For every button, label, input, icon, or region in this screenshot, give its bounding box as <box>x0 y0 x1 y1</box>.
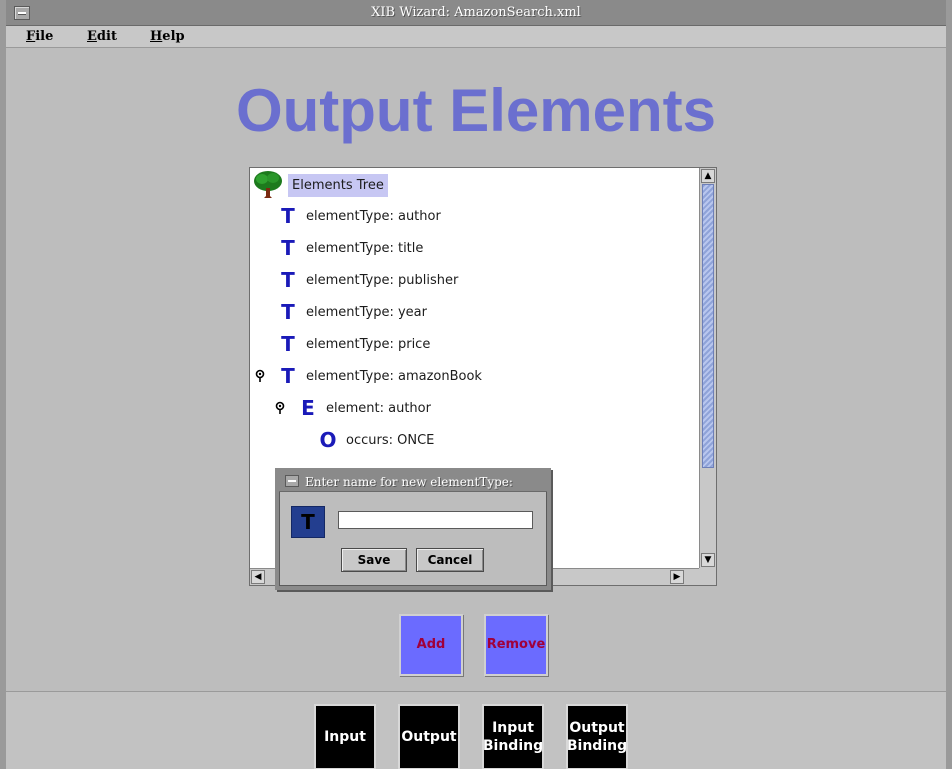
expand-handle-icon[interactable] <box>254 369 266 383</box>
new-element-type-dialog[interactable]: Enter name for new elementType: T Save C… <box>275 468 551 590</box>
navigation-bar: Input Output Input Binding Output Bindin… <box>6 691 946 769</box>
element-type-icon: T <box>281 332 295 356</box>
vertical-scrollbar[interactable]: ▲ ▼ <box>699 168 716 568</box>
output-binding-nav-button[interactable]: Output Binding <box>566 704 628 769</box>
tree-icon <box>254 171 282 198</box>
input-nav-button[interactable]: Input <box>314 704 376 769</box>
tree-item-author[interactable]: T elementType: author <box>278 204 441 228</box>
occurs-icon: O <box>319 428 337 452</box>
tree-item-label: elementType: amazonBook <box>306 368 482 384</box>
page-title: Output Elements <box>235 77 717 144</box>
dialog-menu-icon[interactable] <box>285 475 299 487</box>
save-button[interactable]: Save <box>341 548 407 572</box>
add-button[interactable]: Add <box>399 614 463 676</box>
element-type-icon: T <box>291 506 325 538</box>
tree-item-label: occurs: ONCE <box>346 432 435 448</box>
tree-root[interactable]: Elements Tree <box>252 170 388 200</box>
element-type-icon: T <box>281 204 295 228</box>
tree-item-price[interactable]: T elementType: price <box>278 332 430 356</box>
window-title: XIB Wizard: AmazonSearch.xml <box>371 5 581 20</box>
tree-item-amazonbook[interactable]: T elementType: amazonBook <box>278 364 482 388</box>
remove-button[interactable]: Remove <box>484 614 548 676</box>
element-type-icon: T <box>281 268 295 292</box>
dialog-title: Enter name for new elementType: <box>305 475 513 489</box>
dialog-title-bar[interactable]: Enter name for new elementType: <box>279 472 547 492</box>
menu-edit[interactable]: Edit <box>87 29 117 44</box>
element-type-icon: T <box>281 300 295 324</box>
element-type-icon: T <box>281 364 295 388</box>
output-nav-button[interactable]: Output <box>398 704 460 769</box>
tree-item-label: elementType: title <box>306 240 424 256</box>
menu-help-label: elp <box>162 29 185 44</box>
tree-item-label: elementType: publisher <box>306 272 459 288</box>
menu-file-mnemonic: F <box>26 29 36 44</box>
scroll-left-icon[interactable]: ◀ <box>251 570 265 584</box>
menu-help[interactable]: Help <box>150 29 185 44</box>
scroll-right-icon[interactable]: ▶ <box>670 570 684 584</box>
tree-item-label: elementType: price <box>306 336 431 352</box>
tree-item-label: elementType: year <box>306 304 427 320</box>
scroll-up-icon[interactable]: ▲ <box>701 169 715 183</box>
element-type-icon: T <box>281 236 295 260</box>
tree-item-title[interactable]: T elementType: title <box>278 236 423 260</box>
expand-handle-icon[interactable] <box>274 401 286 415</box>
tree-root-label: Elements Tree <box>288 173 388 197</box>
menu-file-label: ile <box>35 29 54 44</box>
input-binding-nav-button[interactable]: Input Binding <box>482 704 544 769</box>
scroll-down-icon[interactable]: ▼ <box>701 553 715 567</box>
scroll-corner <box>699 568 716 585</box>
title-bar[interactable]: XIB Wizard: AmazonSearch.xml <box>6 0 946 26</box>
tree-item-label: element: author <box>326 400 431 416</box>
menu-bar: File Edit Help <box>6 26 946 48</box>
cancel-button[interactable]: Cancel <box>416 548 484 572</box>
element-type-name-input[interactable] <box>338 511 533 529</box>
tree-item-element-author[interactable]: E element: author <box>298 396 431 420</box>
menu-edit-label: dit <box>96 29 117 44</box>
tree-item-occurs[interactable]: O occurs: ONCE <box>318 428 434 452</box>
vertical-scroll-thumb[interactable] <box>702 184 714 468</box>
menu-file[interactable]: File <box>26 29 53 44</box>
content-area: Output Elements Elements Tree T elementT… <box>6 48 946 691</box>
element-icon: E <box>301 396 315 420</box>
menu-edit-mnemonic: E <box>87 29 97 44</box>
tree-item-publisher[interactable]: T elementType: publisher <box>278 268 458 292</box>
tree-item-year[interactable]: T elementType: year <box>278 300 427 324</box>
main-window: XIB Wizard: AmazonSearch.xml File Edit H… <box>0 0 952 769</box>
tree-item-label: elementType: author <box>306 208 441 224</box>
menu-help-mnemonic: H <box>150 29 163 44</box>
